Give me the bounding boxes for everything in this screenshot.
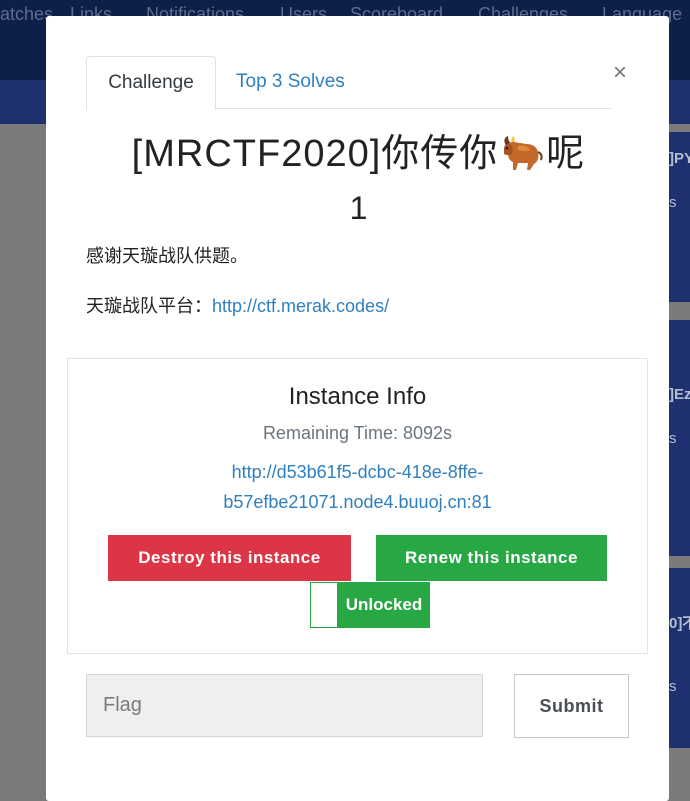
platform-label: 天璇战队平台： [86,296,212,316]
challenge-title: [MRCTF2020]你传你 呢 [86,128,631,180]
description-platform: 天璇战队平台：http://ctf.merak.codes/ [86,292,389,318]
card-subtitle: s [669,678,677,695]
platform-link[interactable]: http://ctf.merak.codes/ [212,296,389,316]
unlock-toggle[interactable]: Unlocked [310,582,430,628]
instance-url-link[interactable]: http://d53b61f5-dcbc-418e-8ffe- b57efbe2… [68,457,647,517]
flag-input[interactable] [86,674,483,737]
challenge-value: 1 [349,190,368,226]
challenge-modal: Challenge Top 3 Solves × [MRCTF2020]你传你 … [46,16,669,801]
unlock-checkbox[interactable] [310,582,338,628]
challenge-title-text: [MRCTF2020]你传你 [131,133,499,175]
tab-top-solves[interactable]: Top 3 Solves [236,56,345,107]
background-challenge-card: 0]不 s [669,568,690,748]
unlock-label: Unlocked [338,582,430,628]
instance-url-line1: http://d53b61f5-dcbc-418e-8ffe- [231,462,484,482]
instance-title: Instance Info [288,383,427,410]
modal-tabs: Challenge Top 3 Solves [86,56,612,110]
card-subtitle: s [669,430,677,447]
description-line: 感谢天璇战队供题。 [86,246,248,266]
background-challenge-card: ]PY s [669,132,690,302]
card-title: 0]不 [669,615,690,632]
remaining-time: Remaining Time: 8092s [262,423,453,443]
card-subtitle: s [669,194,677,211]
instance-url-line2: b57efbe21071.node4.buuoj.cn:81 [223,492,492,512]
submit-button[interactable]: Submit [514,674,629,738]
close-button[interactable]: × [610,60,630,86]
ox-emoji-icon [500,132,544,172]
destroy-instance-button[interactable]: Destroy this instance [108,535,351,581]
challenge-title-suffix: 呢 [546,133,586,175]
renew-instance-button[interactable]: Renew this instance [376,535,607,581]
card-title: ]Ez [669,386,690,403]
background-challenge-card: ]Ez s [669,320,690,556]
instance-info-panel: Instance Info Remaining Time: 8092s http… [67,358,648,654]
tab-challenge[interactable]: Challenge [86,56,216,110]
card-title: ]PY [669,150,690,167]
